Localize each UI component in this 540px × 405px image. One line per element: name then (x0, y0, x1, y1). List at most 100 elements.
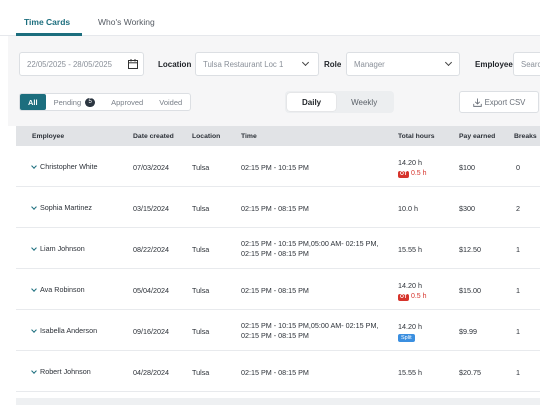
date-created-cell: 07/03/2024 (133, 163, 169, 172)
time-range: 02:15 PM - 08:15 PM (241, 204, 309, 213)
time-cell: 02:15 PM - 08:15 PM (241, 368, 309, 378)
time-range: 02:15 PM - 08:15 PM (241, 368, 309, 377)
date-created-cell: 04/28/2024 (133, 368, 169, 377)
time-range: 02:15 PM - 10:15 PM (241, 163, 309, 172)
total-hours-cell: 10.0 h (398, 204, 418, 214)
breaks-cell: 1 (516, 286, 520, 295)
employee-cell[interactable]: Liam Johnson (31, 244, 85, 253)
employee-cell[interactable]: Robert Johnson (31, 367, 91, 376)
role-select[interactable]: Manager (346, 52, 460, 76)
table-row[interactable]: Liam Johnson 08/22/2024 Tulsa 02:15 PM - 10… (16, 228, 540, 269)
date-created-cell: 09/16/2024 (133, 327, 169, 336)
time-cell: 02:15 PM - 08:15 PM (241, 204, 309, 214)
location-value: Tulsa Restaurant Loc 1 (203, 59, 284, 69)
pay-earned-cell: $9.99 (459, 327, 477, 336)
employee-cell[interactable]: Christopher White (31, 162, 98, 171)
date-range-picker[interactable]: 22/05/2025 - 28/05/2025 (19, 52, 144, 76)
period-toggle: Daily Weekly (285, 91, 395, 113)
role-value: Manager (354, 59, 385, 69)
total-hours-value: 14.20 h (398, 281, 422, 290)
tab-whos-working[interactable]: Who's Working (98, 17, 155, 27)
location-cell: Tulsa (192, 245, 210, 254)
table-row[interactable]: Ava Robinson 05/04/2024 Tulsa 02:15 PM - 08… (16, 269, 540, 310)
employee-search-input[interactable]: Search (513, 52, 540, 76)
total-hours-cell: 15.55 h (398, 368, 422, 378)
employee-name: Sophia Martinez (40, 203, 92, 212)
total-hours-cell: 14.20 h OT 0.5 h (398, 281, 427, 302)
total-hours-cell: 14.20 h OT 0.5 h (398, 158, 427, 179)
chevron-down-icon[interactable] (31, 244, 37, 251)
breaks-cell: 2 (516, 204, 520, 213)
location-cell: Tulsa (192, 163, 210, 172)
table-row[interactable]: Isabella Anderson 09/16/2024 Tulsa 02:15 PM… (16, 310, 540, 351)
overtime-row: OT 0.5 h (398, 291, 427, 302)
total-hours-value: 15.55 h (398, 245, 422, 254)
employee-search-placeholder: Search (521, 59, 540, 69)
col-date-created[interactable]: Date created (133, 133, 174, 140)
overtime-hours: 0.5 h (410, 170, 427, 177)
chevron-down-icon[interactable] (31, 326, 37, 333)
pay-earned-cell: $12.50 (459, 245, 481, 254)
total-hours-value: 14.20 h (398, 322, 422, 331)
col-pay-earned[interactable]: Pay earned (459, 133, 495, 140)
location-cell: Tulsa (192, 327, 210, 336)
filter-panel: 22/05/2025 - 28/05/2025 Location Tulsa R… (8, 36, 540, 126)
date-created-cell: 03/15/2024 (133, 204, 169, 213)
total-hours-value: 14.20 h (398, 158, 422, 167)
date-range-value: 22/05/2025 - 28/05/2025 (27, 59, 112, 69)
chevron-down-icon[interactable] (31, 203, 37, 210)
employee-name: Christopher White (40, 162, 98, 171)
employee-cell[interactable]: Sophia Martinez (31, 203, 92, 212)
table-row[interactable]: Sophia Martinez 03/15/2024 Tulsa 02:15 PM -… (16, 187, 540, 228)
pay-earned-cell: $20.75 (459, 368, 481, 377)
chevron-down-icon (301, 58, 310, 67)
export-csv-label: Export CSV (484, 97, 526, 107)
status-approved[interactable]: Approved (103, 94, 151, 110)
breaks-cell: 1 (516, 245, 520, 254)
employee-name: Liam Johnson (40, 244, 85, 253)
download-icon (472, 97, 482, 107)
date-created-cell: 05/04/2024 (133, 286, 169, 295)
table-row[interactable]: Christopher White 07/03/2024 Tulsa 02:15 PM… (16, 146, 540, 187)
total-hours-value: 15.55 h (398, 368, 422, 377)
tab-time-cards[interactable]: Time Cards (24, 17, 70, 27)
overtime-row: OT 0.5 h (398, 168, 427, 179)
total-hours-cell: 15.55 h (398, 245, 422, 255)
employee-name: Isabella Anderson (40, 326, 98, 335)
split-badge: Split (398, 334, 415, 342)
location-select[interactable]: Tulsa Restaurant Loc 1 (195, 52, 319, 76)
employee-cell[interactable]: Isabella Anderson (31, 326, 98, 335)
breaks-cell: 0 (516, 163, 520, 172)
date-created-cell: 08/22/2024 (133, 245, 169, 254)
period-daily[interactable]: Daily (287, 93, 337, 111)
col-employee[interactable]: Employee (32, 133, 64, 140)
location-cell: Tulsa (192, 204, 210, 213)
chevron-down-icon[interactable] (31, 367, 37, 374)
status-filter: All Pending 5 Approved Voided (19, 93, 192, 111)
time-range: 02:15 PM - 08:15 PM (241, 331, 309, 340)
location-cell: Tulsa (192, 286, 210, 295)
col-total-hours[interactable]: Total hours (398, 133, 435, 140)
status-all[interactable]: All (20, 94, 46, 110)
table-row[interactable]: Robert Johnson 04/28/2024 Tulsa 02:15 PM - … (16, 351, 540, 392)
overtime-hours: 0.5 h (410, 293, 427, 300)
export-csv-button[interactable]: Export CSV (459, 91, 539, 113)
top-tab-bar: Time Cards Who's Working (0, 0, 540, 36)
col-breaks[interactable]: Breaks (514, 133, 537, 140)
period-weekly[interactable]: Weekly (336, 93, 392, 111)
employee-cell[interactable]: Ava Robinson (31, 285, 85, 294)
chevron-down-icon[interactable] (31, 285, 37, 292)
status-voided[interactable]: Voided (151, 94, 190, 110)
col-time[interactable]: Time (241, 133, 257, 140)
split-row: Split (398, 332, 422, 342)
total-hours-value: 10.0 h (398, 204, 418, 213)
employee-name: Robert Johnson (40, 367, 91, 376)
col-location[interactable]: Location (192, 133, 220, 140)
pay-earned-cell: $100 (459, 163, 475, 172)
chevron-down-icon (444, 58, 453, 67)
chevron-down-icon[interactable] (31, 162, 37, 169)
time-cell: 02:15 PM - 08:15 PM (241, 286, 309, 296)
calendar-icon (128, 59, 138, 69)
status-pending[interactable]: Pending 5 (46, 94, 104, 110)
pay-earned-cell: $300 (459, 204, 475, 213)
